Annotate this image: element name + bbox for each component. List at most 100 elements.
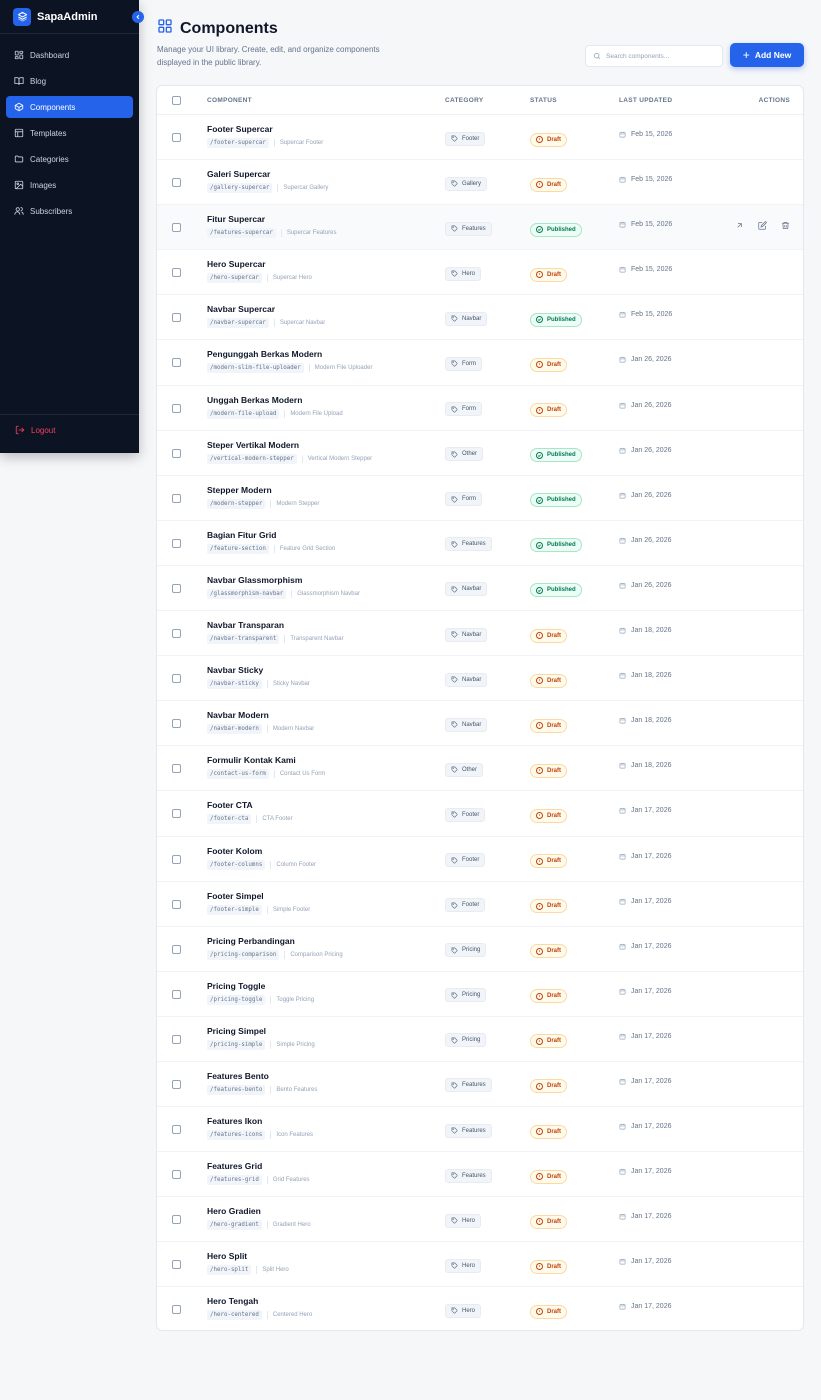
open-external-icon[interactable] [735,221,744,230]
component-name[interactable]: Pricing Simpel [207,1026,315,1036]
table-row[interactable]: Hero Tengah/hero-centered Centered Hero He… [157,1287,803,1330]
table-row[interactable]: Steper Vertikal Modern/vertical-modern-s… [157,431,803,476]
row-checkbox[interactable] [172,674,181,684]
collapse-sidebar-button[interactable] [132,11,144,23]
component-name[interactable]: Fitur Supercar [207,214,337,224]
table-row[interactable]: Footer Kolom/footer-columns Column Footer… [157,837,803,882]
component-name[interactable]: Hero Supercar [207,259,312,269]
component-name[interactable]: Navbar Supercar [207,304,325,314]
component-name[interactable]: Pricing Toggle [207,981,314,991]
component-name[interactable]: Footer Supercar [207,124,323,134]
row-checkbox[interactable] [172,809,181,819]
row-checkbox[interactable] [172,629,181,639]
row-checkbox[interactable] [172,178,181,188]
component-name[interactable]: Steper Vertikal Modern [207,440,372,450]
component-name[interactable]: Hero Tengah [207,1296,312,1306]
row-checkbox[interactable] [172,1125,181,1135]
table-row[interactable]: Unggah Berkas Modern/modern-file-upload M… [157,386,803,431]
row-checkbox[interactable] [172,493,181,503]
table-row[interactable]: Navbar Glassmorphism/glassmorphism-navba… [157,566,803,612]
component-name[interactable]: Navbar Modern [207,710,314,720]
component-name[interactable]: Galeri Supercar [207,169,328,179]
row-checkbox[interactable] [172,764,181,774]
row-checkbox[interactable] [172,989,181,999]
table-row[interactable]: Footer Simpel/footer-simple Simple Footer… [157,882,803,927]
sidebar-item-categories[interactable]: Categories [6,148,133,170]
component-name[interactable]: Features Ikon [207,1116,313,1126]
row-checkbox[interactable] [172,583,181,593]
row-checkbox[interactable] [172,448,181,458]
component-name[interactable]: Hero Gradien [207,1206,311,1216]
table-row[interactable]: Navbar Supercar/navbar-supercar Supercar … [157,295,803,341]
column-header-category[interactable]: Category [445,97,484,104]
component-name[interactable]: Footer CTA [207,800,293,810]
column-header-status[interactable]: Status [530,97,557,104]
sidebar-item-blog[interactable]: Blog [6,70,133,92]
table-row[interactable]: Formulir Kontak Kami/contact-us-form Cont… [157,746,803,792]
row-checkbox[interactable] [172,1260,181,1270]
row-checkbox[interactable] [172,854,181,864]
row-checkbox[interactable] [172,313,181,323]
row-checkbox[interactable] [172,403,181,413]
row-checkbox[interactable] [172,1305,181,1315]
table-row[interactable]: Pricing Toggle/pricing-toggle Toggle Pric… [157,972,803,1017]
row-checkbox[interactable] [172,899,181,909]
sidebar-item-images[interactable]: Images [6,174,133,196]
sidebar-item-subscribers[interactable]: Subscribers [6,200,133,222]
component-name[interactable]: Footer Simpel [207,891,310,901]
row-checkbox[interactable] [172,1034,181,1044]
row-checkbox[interactable] [172,1079,181,1089]
sidebar-item-dashboard[interactable]: Dashboard [6,44,133,66]
sidebar-item-templates[interactable]: Templates [6,122,133,144]
table-row[interactable]: Bagian Fitur Grid/feature-section Feature… [157,521,803,566]
row-checkbox[interactable] [172,358,181,368]
table-row[interactable]: Hero Gradien/hero-gradient Gradient Hero H… [157,1197,803,1243]
row-checkbox[interactable] [172,719,181,729]
component-name[interactable]: Features Grid [207,1161,310,1171]
table-row[interactable]: Hero Supercar/hero-supercar Supercar Hero… [157,250,803,296]
table-row[interactable]: Navbar Modern/navbar-modern Modern Navbar… [157,701,803,747]
table-row[interactable]: Features Bento/features-bento Bento Featu… [157,1062,803,1108]
component-name[interactable]: Formulir Kontak Kami [207,755,325,765]
table-row[interactable]: Pricing Simpel/pricing-simple Simple Pric… [157,1017,803,1062]
trash-icon[interactable] [781,221,790,230]
column-header-component[interactable]: Component [207,97,252,104]
table-row[interactable]: Galeri Supercar/gallery-supercar Supercar… [157,160,803,206]
component-name[interactable]: Unggah Berkas Modern [207,395,343,405]
component-name[interactable]: Navbar Transparan [207,620,343,630]
search-input[interactable] [606,52,716,60]
table-row[interactable]: Pengunggah Berkas Modern/modern-slim-fil… [157,340,803,386]
table-row[interactable]: Navbar Sticky/navbar-sticky Sticky Navbar… [157,656,803,702]
sidebar-item-components[interactable]: Components [6,96,133,118]
component-name[interactable]: Navbar Glassmorphism [207,575,360,585]
row-checkbox[interactable] [172,1170,181,1180]
row-checkbox[interactable] [172,1215,181,1225]
component-name[interactable]: Pricing Perbandingan [207,936,343,946]
row-checkbox[interactable] [172,223,181,233]
component-name[interactable]: Navbar Sticky [207,665,310,675]
table-row[interactable]: Features Grid/features-grid Grid Features… [157,1152,803,1198]
component-name[interactable]: Stepper Modern [207,485,319,495]
table-row[interactable]: Navbar Transparan/navbar-transparent Tran… [157,611,803,657]
add-new-button[interactable]: + Add New [730,43,804,67]
select-all-checkbox[interactable] [172,95,181,105]
column-header-last-updated[interactable]: Last Updated [619,97,672,104]
table-row[interactable]: Footer Supercar/footer-supercar Supercar … [157,115,803,161]
row-checkbox[interactable] [172,133,181,142]
row-checkbox[interactable] [172,538,181,548]
table-row[interactable]: Pricing Perbandingan/pricing-comparison C… [157,927,803,972]
table-row[interactable]: Footer CTA/footer-cta CTA Footer Footer Dra… [157,791,803,837]
table-row[interactable]: Features Ikon/features-icons Icon Feature… [157,1107,803,1153]
table-row[interactable]: Hero Split/hero-split Split Hero Hero Draft… [157,1242,803,1288]
edit-icon[interactable] [758,221,767,230]
component-name[interactable]: Pengunggah Berkas Modern [207,349,372,359]
table-row[interactable]: Stepper Modern/modern-stepper Modern Step… [157,476,803,521]
table-row[interactable]: Fitur Supercar/features-supercar Supercar… [157,205,803,251]
search-box[interactable] [585,45,723,67]
component-name[interactable]: Bagian Fitur Grid [207,530,335,540]
row-checkbox[interactable] [172,944,181,954]
row-checkbox[interactable] [172,268,181,278]
logout-button[interactable]: Logout [0,414,139,435]
component-name[interactable]: Hero Split [207,1251,289,1261]
component-name[interactable]: Footer Kolom [207,846,316,856]
